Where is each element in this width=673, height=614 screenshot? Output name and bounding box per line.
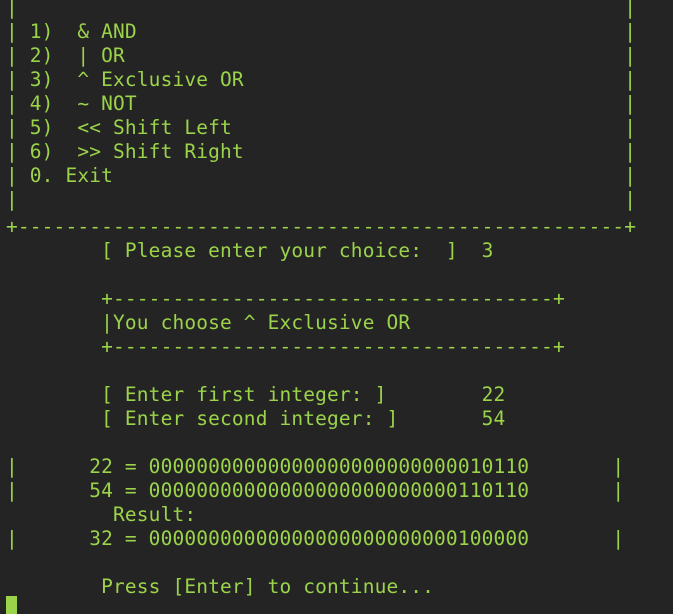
- selection-box-top: +-------------------------------------+: [6, 287, 565, 310]
- selection-message: |You choose ^ Exclusive OR: [6, 311, 411, 334]
- binary-row-first: | 22 = 00000000000000000000000000010110 …: [6, 455, 625, 478]
- menu-frame-top: | |: [6, 0, 637, 19]
- continue-prompt: Press [Enter] to continue...: [6, 575, 435, 598]
- choice-prompt: [ Please enter your choice: ] 3: [6, 239, 494, 262]
- binary-row-second: | 54 = 00000000000000000000000000110110 …: [6, 479, 625, 502]
- menu-item-shift-right: | 6) >> Shift Right |: [6, 140, 637, 163]
- menu-item-and: | 1) & AND |: [6, 20, 637, 43]
- first-integer-prompt: [ Enter first integer: ] 22: [6, 383, 506, 406]
- menu-item-xor: | 3) ^ Exclusive OR |: [6, 68, 637, 91]
- menu-item-or: | 2) | OR |: [6, 44, 637, 67]
- menu-item-shift-left: | 5) << Shift Left |: [6, 116, 637, 139]
- cursor-block: [6, 596, 17, 614]
- terminal-window[interactable]: | | | 1) & AND | | 2) | OR | | 3) ^ Excl…: [0, 0, 673, 614]
- binary-row-result: | 32 = 00000000000000000000000000100000 …: [6, 527, 625, 550]
- menu-item-exit: | 0. Exit |: [6, 164, 637, 187]
- menu-frame-bottom: +---------------------------------------…: [6, 215, 637, 238]
- menu-item-not: | 4) ~ NOT |: [6, 92, 637, 115]
- menu-frame-spacer: | |: [6, 188, 637, 211]
- selection-box-bottom: +-------------------------------------+: [6, 335, 565, 358]
- result-label: Result:: [6, 503, 197, 526]
- second-integer-prompt: [ Enter second integer: ] 54: [6, 407, 506, 430]
